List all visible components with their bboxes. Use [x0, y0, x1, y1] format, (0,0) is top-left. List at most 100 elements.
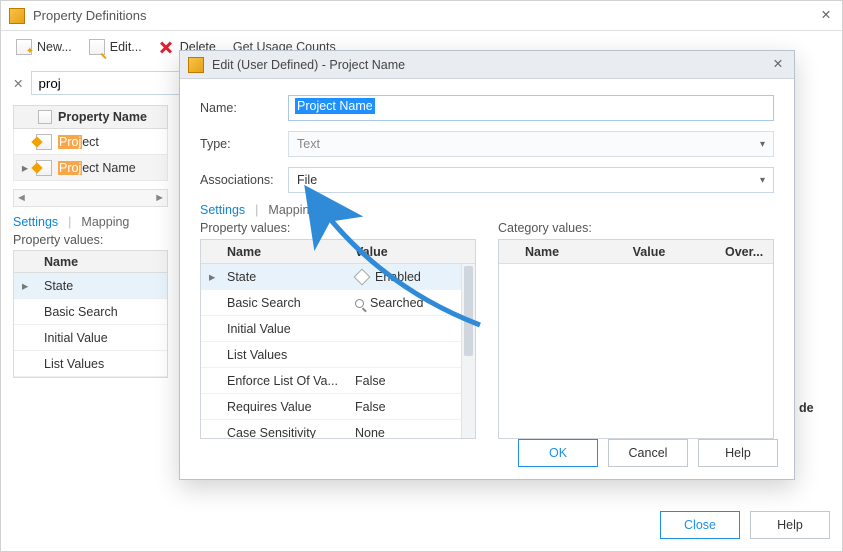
header-label: Property Name [52, 110, 153, 124]
tab-settings[interactable]: Settings [13, 215, 58, 229]
col-name: Name [219, 245, 347, 259]
col-value: Value [625, 245, 717, 259]
dialog-tabs: Settings | Mapping [200, 203, 774, 217]
property-values-grid: Name Value ▸ State Enabled▾ Basic Search… [200, 239, 476, 439]
type-label: Type: [200, 137, 288, 151]
row-name: State [219, 270, 347, 284]
type-dropdown[interactable]: Text ▾ [288, 131, 774, 157]
property-definitions-window: Property Definitions ✕ ✦ New... Edit... … [0, 0, 843, 552]
dialog-tab-mapping[interactable]: Mapping [268, 203, 316, 217]
property-label: Project [58, 135, 99, 149]
property-values-label: Property values: [13, 233, 168, 247]
window-footer: Close Help [660, 511, 830, 539]
row-name: Initial Value [219, 322, 347, 336]
table-row[interactable]: Case Sensitivity None [201, 420, 475, 438]
search-icon [355, 299, 364, 308]
table-row[interactable]: ▸ State Enabled▾ [201, 264, 475, 290]
property-label: Project Name [58, 161, 136, 175]
left-column: ✕ Property Name Project ▸ Project Name ◄►… [13, 71, 168, 378]
property-icon [36, 134, 52, 150]
dialog-title: Edit (User Defined) - Project Name [212, 58, 770, 72]
close-button[interactable]: Close [660, 511, 740, 539]
table-row[interactable]: Initial Value [14, 325, 167, 351]
associations-row: Associations: File ▾ [200, 167, 774, 193]
edit-button[interactable]: Edit... [82, 35, 149, 59]
app-icon [9, 8, 25, 24]
row-value: False [347, 400, 475, 414]
associations-value: File [297, 173, 317, 187]
property-values-pane: Property values: Name Value ▸ State Enab… [200, 221, 476, 439]
mini-head-name: Name [36, 255, 86, 269]
dialog-tab-settings[interactable]: Settings [200, 203, 245, 217]
table-row[interactable]: Initial Value [201, 316, 475, 342]
property-row[interactable]: Project [13, 129, 168, 155]
row-value: Searched [347, 296, 475, 310]
ok-button[interactable]: OK [518, 439, 598, 467]
help-button[interactable]: Help [750, 511, 830, 539]
category-values-title: Category values: [498, 221, 774, 235]
dialog-close-button[interactable]: ✕ [770, 57, 786, 73]
col-value: Value [347, 245, 475, 259]
row-name: Requires Value [219, 400, 347, 414]
row-name: List Values [219, 348, 347, 362]
name-label: Name: [200, 101, 288, 115]
name-row: Name: Project Name [200, 95, 774, 121]
category-values-grid: Name Value Over... [498, 239, 774, 439]
property-list-header: Property Name [13, 105, 168, 129]
details-column: de [790, 361, 830, 429]
new-button[interactable]: ✦ New... [9, 35, 79, 59]
dialog-body: Name: Project Name Type: Text ▾ Associat… [180, 79, 794, 429]
table-row[interactable]: Basic Search [14, 299, 167, 325]
type-value: Text [297, 137, 320, 151]
table-row[interactable]: Requires Value False [201, 394, 475, 420]
window-close-button[interactable]: ✕ [818, 8, 834, 24]
clear-search-button[interactable]: ✕ [13, 76, 23, 91]
dialog-footer: OK Cancel Help [518, 439, 778, 467]
type-row: Type: Text ▾ [200, 131, 774, 157]
dual-pane: Property values: Name Value ▸ State Enab… [200, 221, 774, 439]
search-row: ✕ [13, 71, 168, 95]
property-icon [36, 160, 52, 176]
associations-label: Associations: [200, 173, 288, 187]
name-input[interactable]: Project Name [288, 95, 774, 121]
row-value: Enabled▾ [347, 270, 475, 284]
row-name: Enforce List Of Va... [219, 374, 347, 388]
table-row[interactable]: List Values [14, 351, 167, 377]
row-name: Case Sensitivity [219, 426, 347, 439]
dialog-app-icon [188, 57, 204, 73]
new-label: New... [37, 40, 72, 54]
delete-icon [159, 39, 175, 55]
property-row[interactable]: ▸ Project Name [13, 155, 168, 181]
window-titlebar: Property Definitions ✕ [1, 1, 842, 31]
cancel-button[interactable]: Cancel [608, 439, 688, 467]
property-values-title: Property values: [200, 221, 476, 235]
mini-property-table: Name ▸StateBasic SearchInitial ValueList… [13, 250, 168, 378]
details-header: de [799, 401, 822, 421]
chevron-down-icon: ▾ [760, 139, 765, 150]
horizontal-scrollbar[interactable]: ◄► [13, 189, 168, 207]
header-icon [38, 110, 52, 124]
chevron-down-icon: ▾ [760, 175, 765, 186]
col-name: Name [517, 245, 625, 259]
tab-mapping[interactable]: Mapping [81, 215, 129, 229]
left-tabs: Settings | Mapping [13, 215, 168, 229]
row-name: Basic Search [219, 296, 347, 310]
table-row[interactable]: List Values [201, 342, 475, 368]
dialog-titlebar: Edit (User Defined) - Project Name ✕ [180, 51, 794, 79]
associations-dropdown[interactable]: File ▾ [288, 167, 774, 193]
vertical-scrollbar[interactable] [461, 264, 475, 438]
dialog-help-button[interactable]: Help [698, 439, 778, 467]
name-value: Project Name [295, 98, 375, 114]
property-list: Project ▸ Project Name [13, 129, 168, 181]
col-override: Over... [717, 245, 773, 259]
edit-icon [89, 39, 105, 55]
table-row[interactable]: Basic Search Searched [201, 290, 475, 316]
row-value: False [347, 374, 475, 388]
edit-dialog: Edit (User Defined) - Project Name ✕ Nam… [179, 50, 795, 480]
new-icon: ✦ [16, 39, 32, 55]
edit-label: Edit... [110, 40, 142, 54]
table-row[interactable]: ▸State [14, 273, 167, 299]
table-row[interactable]: Enforce List Of Va... False [201, 368, 475, 394]
row-value: None [347, 426, 475, 439]
category-values-pane: Category values: Name Value Over... [498, 221, 774, 439]
